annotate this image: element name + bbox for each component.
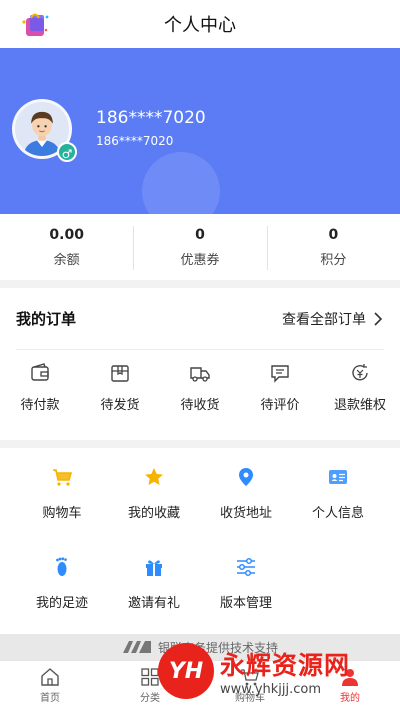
service-version[interactable]: 版本管理 [200, 556, 292, 611]
service-footprints[interactable]: 我的足迹 [16, 556, 108, 611]
gender-male-icon: ♂ [57, 142, 77, 162]
profile-banner: ♂ 186****7020 186****7020 [0, 48, 400, 214]
order-pending-shipment[interactable]: 待发货 [84, 362, 156, 413]
service-cart[interactable]: 购物车 [16, 466, 108, 521]
truck-icon [190, 367, 210, 382]
stat-label: 优惠券 [180, 252, 220, 268]
stat-label: 积分 [320, 252, 347, 268]
wallet-icon [31, 363, 49, 381]
service-label: 我的足迹 [35, 596, 88, 611]
refund-icon [352, 364, 368, 381]
watermark-text: 永辉资源网 www.yhkjjj.com [220, 646, 350, 697]
unionpay-logo-icon [122, 641, 151, 653]
stat-points[interactable]: 0 积分 [266, 214, 400, 280]
sliders-icon [237, 557, 255, 577]
service-favorites[interactable]: 我的收藏 [108, 466, 200, 521]
user-phone: 186****7020 [96, 134, 174, 148]
service-label: 版本管理 [219, 596, 272, 611]
view-all-orders-label: 查看全部订单 [282, 311, 366, 328]
service-invite[interactable]: 邀请有礼 [108, 556, 200, 611]
service-label: 购物车 [42, 506, 82, 521]
order-pending-review[interactable]: 待评价 [244, 362, 316, 413]
id-card-icon [329, 470, 347, 484]
service-label: 邀请有礼 [127, 596, 180, 611]
grid-icon [141, 668, 159, 686]
order-item-label: 退款维权 [333, 398, 386, 413]
chevron-right-icon [374, 311, 383, 326]
footprint-icon [56, 557, 67, 576]
stat-label: 余额 [53, 252, 80, 268]
service-label: 我的收藏 [127, 506, 180, 521]
order-item-label: 待发货 [100, 398, 140, 413]
watermark-name: 永辉资源网 [220, 650, 351, 680]
service-label: 收货地址 [219, 506, 272, 521]
top-bar: 个人中心 [0, 0, 400, 48]
cart-icon [53, 469, 73, 486]
account-stats: 0.00 余额 0 优惠券 0 积分 [0, 214, 400, 280]
app-logo-icon [22, 13, 49, 36]
stat-value: 0.00 [49, 226, 84, 243]
stat-coupons[interactable]: 0 优惠券 [133, 214, 266, 280]
services-grid: 购物车 我的收藏 收货地址 个人信息 我的足迹 邀请有礼 版本管理 [0, 448, 400, 634]
order-item-label: 待收货 [180, 398, 220, 413]
order-refund[interactable]: 退款维权 [324, 362, 396, 413]
stat-balance[interactable]: 0.00 余额 [0, 214, 133, 280]
comment-icon [271, 365, 289, 383]
order-pending-payment[interactable]: 待付款 [4, 362, 76, 413]
order-pending-receipt[interactable]: 待收货 [164, 362, 236, 413]
stat-value: 0 [195, 226, 205, 243]
stat-value: 0 [328, 226, 339, 243]
user-name: 186****7020 [96, 108, 206, 128]
watermark-url: www.yhkjjj.com [220, 681, 322, 697]
order-status-row: 待付款 待发货 待收货 待评价 退款维权 [0, 362, 400, 413]
watermark-logo: YH [158, 643, 214, 699]
service-label: 个人信息 [311, 506, 364, 521]
location-icon [239, 468, 253, 486]
box-icon [111, 365, 129, 382]
tab-home[interactable]: 首页 [0, 661, 100, 710]
view-all-orders-link[interactable]: 查看全部订单 [282, 309, 384, 329]
decorative-bubble [142, 152, 220, 214]
home-icon [41, 668, 59, 686]
orders-header: 我的订单 查看全部订单 [16, 288, 384, 350]
tab-label: 首页 [40, 693, 60, 704]
service-address[interactable]: 收货地址 [200, 466, 292, 521]
gift-icon [146, 560, 162, 576]
tab-label: 分类 [140, 693, 160, 704]
order-item-label: 待付款 [20, 398, 60, 413]
watermark: YH 永辉资源网 www.yhkjjj.com [158, 638, 394, 704]
my-orders-section: 我的订单 查看全部订单 待付款 待发货 待收货 待评价 退款维权 [0, 288, 400, 440]
page-title: 个人中心 [164, 15, 236, 36]
order-item-label: 待评价 [260, 398, 300, 413]
star-icon [145, 468, 163, 485]
orders-title: 我的订单 [16, 310, 77, 328]
service-profile-info[interactable]: 个人信息 [292, 466, 384, 521]
